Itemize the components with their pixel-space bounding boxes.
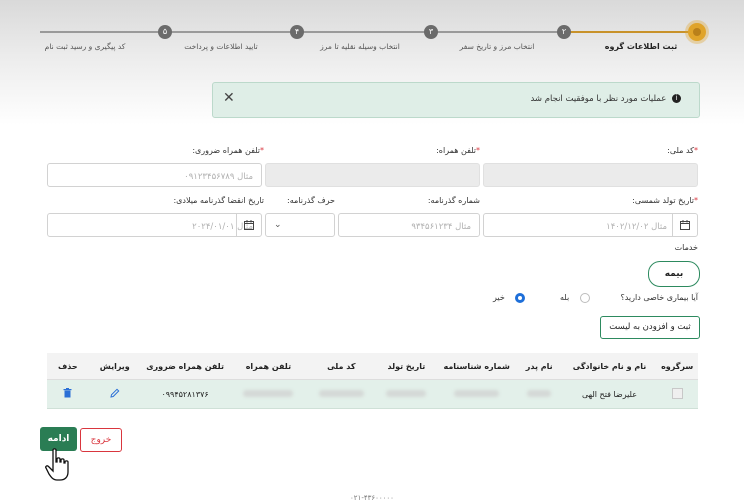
step-2-marker[interactable]: ۲ xyxy=(557,25,571,39)
leader-checkbox[interactable] xyxy=(671,387,683,399)
national-code-input[interactable] xyxy=(484,166,697,188)
table-header-row: سرگروه نام و نام خانوادگی نام پدر شماره … xyxy=(47,353,698,380)
birth-date-input[interactable] xyxy=(484,216,697,238)
redacted-value xyxy=(527,389,552,397)
hand-cursor-icon xyxy=(44,448,74,486)
national-code-label: *کد ملی: xyxy=(667,146,698,155)
redacted-value xyxy=(318,389,364,397)
passport-number-field[interactable] xyxy=(338,213,480,238)
step-4-marker[interactable]: ۴ xyxy=(290,25,304,39)
col-header-id-number: شماره شناسنامه xyxy=(437,353,516,380)
redacted-value xyxy=(243,389,294,397)
success-alert: i عملیات مورد نظر با موفقیت انجام شد ✕ xyxy=(212,82,700,118)
alert-message: عملیات مورد نظر با موفقیت انجام شد xyxy=(530,94,667,104)
table-row: علیرضا فتح الهی ۰۹۹۴۵۲۸۱۳۷۶ xyxy=(47,379,698,409)
exit-button[interactable]: خروج xyxy=(80,428,122,452)
radio-no-label: خیر xyxy=(493,293,505,302)
step-5-label: کد پیگیری و رسید ثبت نام xyxy=(44,42,126,51)
stepper-line xyxy=(40,31,165,33)
info-icon: i xyxy=(672,94,681,103)
mobile-input[interactable] xyxy=(266,166,479,188)
col-header-fullname: نام و نام خانوادگی xyxy=(562,353,657,380)
calendar-icon[interactable] xyxy=(236,214,261,236)
radio-no[interactable] xyxy=(515,293,525,303)
mobile-cell xyxy=(229,379,308,409)
emergency-phone-cell: ۰۹۹۴۵۲۸۱۳۷۶ xyxy=(140,379,230,409)
chevron-down-icon: ⌄ xyxy=(274,220,282,230)
delete-cell xyxy=(47,379,89,409)
redacted-value xyxy=(386,389,427,397)
stepper-line-active xyxy=(565,31,695,33)
members-table: سرگروه نام و نام خانوادگی نام پدر شماره … xyxy=(47,353,698,409)
step-1-active-marker[interactable] xyxy=(688,23,706,41)
birth-date-field[interactable] xyxy=(483,213,698,238)
col-header-emergency-phone: تلفن همراه ضروری xyxy=(140,353,230,380)
passport-expiry-field[interactable] xyxy=(47,213,262,238)
emergency-phone-input[interactable] xyxy=(48,166,261,188)
birth-date-label: *تاریخ تولد شمسی: xyxy=(632,196,698,205)
edit-cell xyxy=(88,379,141,409)
col-header-birth-date: تاریخ تولد xyxy=(375,353,438,380)
alert-message-wrap: i عملیات مورد نظر با موفقیت انجام شد xyxy=(530,94,681,104)
step-4-label: تایید اطلاعات و پرداخت xyxy=(184,42,258,51)
emergency-phone-field[interactable] xyxy=(47,163,262,188)
insurance-button[interactable]: بیمه xyxy=(648,261,700,287)
emergency-phone-label: *تلفن همراه ضروری: xyxy=(192,146,264,155)
col-header-edit: ویرایش xyxy=(88,353,141,380)
col-header-father-name: نام پدر xyxy=(515,353,563,380)
passport-letter-select[interactable]: ⌄ xyxy=(265,213,335,237)
national-code-field[interactable] xyxy=(483,163,698,188)
passport-number-label: شماره گذرنامه: xyxy=(427,196,480,205)
id-number-cell xyxy=(437,379,516,409)
calendar-icon[interactable] xyxy=(672,214,697,236)
redacted-value xyxy=(454,389,500,397)
step-5-marker[interactable]: ۵ xyxy=(158,25,172,39)
step-3-label: انتخاب وسیله نقلیه تا مرز xyxy=(320,42,400,51)
col-header-mobile: تلفن همراه xyxy=(229,353,308,380)
radio-yes-label: بله xyxy=(560,293,570,302)
mobile-label: *تلفن همراه: xyxy=(436,146,480,155)
col-header-national-code: کد ملی xyxy=(307,353,376,380)
passport-expiry-input[interactable] xyxy=(48,216,261,238)
radio-yes[interactable] xyxy=(580,293,590,303)
footer-text: ۰۲۱-۴۳۶۰۰۰۰۰ xyxy=(350,494,394,502)
close-icon[interactable]: ✕ xyxy=(223,90,235,106)
col-header-delete: حذف xyxy=(47,353,89,380)
birth-date-cell xyxy=(375,379,438,409)
pencil-icon[interactable] xyxy=(110,388,120,400)
passport-letter-label: حرف گذرنامه: xyxy=(287,196,335,205)
step-3-marker[interactable]: ۳ xyxy=(424,25,438,39)
trash-icon[interactable] xyxy=(63,388,72,400)
stepper-line xyxy=(165,31,565,33)
step-2-label: انتخاب مرز و تاریخ سفر xyxy=(459,42,535,51)
col-header-leader: سرگروه xyxy=(656,353,698,380)
disease-question-label: آیا بیماری خاصی دارید؟ xyxy=(620,293,698,302)
step-1-label: ثبت اطلاعات گروه xyxy=(604,42,678,51)
passport-expiry-label: تاریخ انقضا گذرنامه میلادی: xyxy=(173,196,264,205)
mobile-field[interactable] xyxy=(265,163,480,188)
passport-number-input[interactable] xyxy=(339,216,479,238)
add-to-list-button[interactable]: ثبت و افزودن به لیست xyxy=(600,316,700,339)
leader-cell xyxy=(656,379,698,409)
fullname-cell: علیرضا فتح الهی xyxy=(562,379,657,409)
services-label: خدمات xyxy=(674,243,698,252)
national-code-cell xyxy=(307,379,376,409)
father-name-cell xyxy=(515,379,563,409)
